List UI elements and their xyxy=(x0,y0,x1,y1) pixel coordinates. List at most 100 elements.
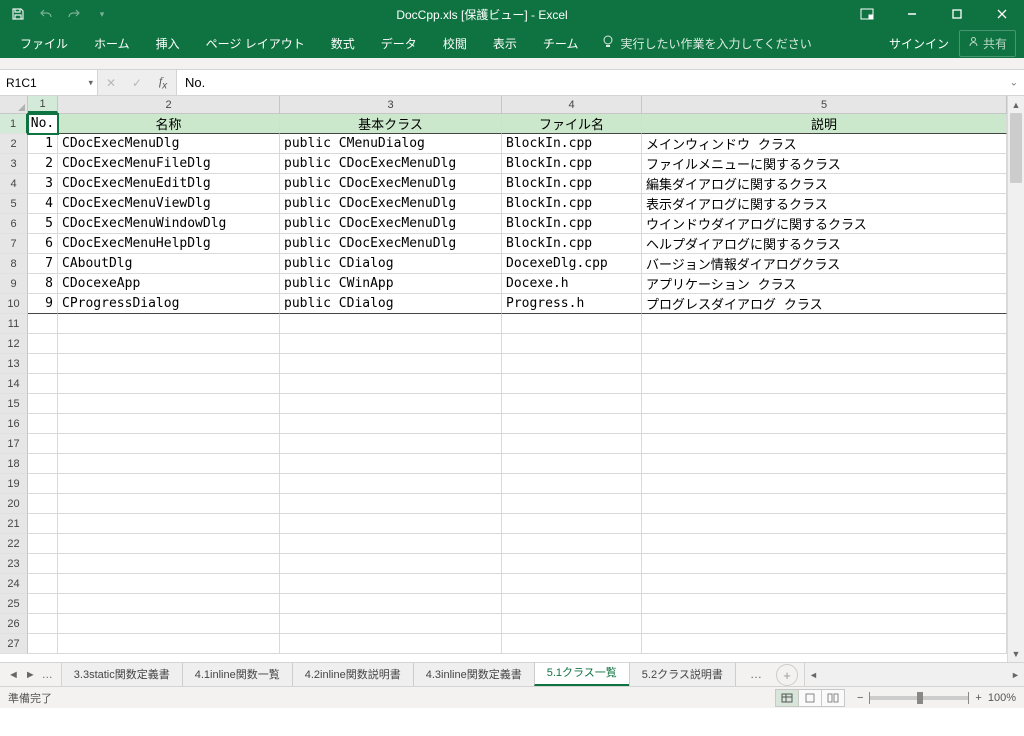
qat-customize-icon[interactable]: ▾ xyxy=(90,2,114,26)
col-header[interactable]: 4 xyxy=(502,96,642,113)
sheet-tab[interactable]: 4.3inline関数定義書 xyxy=(413,663,535,686)
cell[interactable]: CDocexeApp xyxy=(58,274,280,294)
tab-file[interactable]: ファイル xyxy=(8,29,80,58)
cell[interactable] xyxy=(58,634,280,654)
col-header[interactable]: 5 xyxy=(642,96,1007,113)
scroll-right-icon[interactable]: ► xyxy=(1007,663,1024,686)
cell[interactable]: CDocExecMenuWindowDlg xyxy=(58,214,280,234)
row-header[interactable]: 19 xyxy=(0,474,28,494)
scroll-left-icon[interactable]: ◄ xyxy=(805,663,822,686)
cell[interactable] xyxy=(28,614,58,634)
cell[interactable]: No. xyxy=(28,114,58,134)
zoom-level[interactable]: 100% xyxy=(988,692,1016,704)
cell[interactable]: public CMenuDialog xyxy=(280,134,502,154)
page-layout-view-icon[interactable] xyxy=(798,689,822,707)
cell[interactable] xyxy=(502,334,642,354)
cell[interactable]: 名称 xyxy=(58,114,280,134)
cell[interactable]: CDocExecMenuViewDlg xyxy=(58,194,280,214)
cell[interactable] xyxy=(502,454,642,474)
hscroll-track[interactable] xyxy=(822,669,1007,681)
cell[interactable]: CAboutDlg xyxy=(58,254,280,274)
cell[interactable]: 編集ダイアログに関するクラス xyxy=(642,174,1007,194)
col-header[interactable]: 2 xyxy=(58,96,280,113)
cancel-icon[interactable]: ✕ xyxy=(98,76,124,90)
cell[interactable]: 2 xyxy=(28,154,58,174)
sheet-tab[interactable]: 3.3static関数定義書 xyxy=(62,663,183,686)
cell[interactable] xyxy=(502,534,642,554)
cell[interactable]: 7 xyxy=(28,254,58,274)
cell[interactable] xyxy=(502,554,642,574)
cell[interactable] xyxy=(502,614,642,634)
cell[interactable] xyxy=(642,494,1007,514)
page-break-view-icon[interactable] xyxy=(821,689,845,707)
sheet-tab[interactable]: 4.1inline関数一覧 xyxy=(182,663,293,686)
cell[interactable] xyxy=(502,414,642,434)
enter-icon[interactable]: ✓ xyxy=(124,76,150,90)
cell[interactable] xyxy=(280,374,502,394)
cell[interactable] xyxy=(280,394,502,414)
cell[interactable] xyxy=(502,474,642,494)
cell[interactable] xyxy=(28,634,58,654)
row-header[interactable]: 25 xyxy=(0,594,28,614)
cell[interactable] xyxy=(280,614,502,634)
row-header[interactable]: 13 xyxy=(0,354,28,374)
cell[interactable] xyxy=(642,574,1007,594)
cell[interactable] xyxy=(642,594,1007,614)
cell[interactable] xyxy=(280,314,502,334)
cell[interactable]: CProgressDialog xyxy=(58,294,280,314)
cell[interactable] xyxy=(280,634,502,654)
cell[interactable] xyxy=(280,534,502,554)
cell[interactable] xyxy=(280,354,502,374)
cell[interactable] xyxy=(642,634,1007,654)
row-header[interactable]: 12 xyxy=(0,334,28,354)
cell[interactable] xyxy=(280,334,502,354)
sheet-nav-prev-icon[interactable]: ◄ xyxy=(6,669,21,681)
vertical-scrollbar[interactable]: ▲ ▼ xyxy=(1007,96,1024,662)
cell[interactable] xyxy=(642,394,1007,414)
cell[interactable] xyxy=(58,354,280,374)
cell[interactable] xyxy=(642,554,1007,574)
cell[interactable] xyxy=(58,594,280,614)
zoom-slider[interactable] xyxy=(869,696,969,700)
sheet-nav-next-icon[interactable]: ► xyxy=(23,669,38,681)
sheet-tab[interactable]: 4.2inline関数説明書 xyxy=(292,663,414,686)
row-header[interactable]: 26 xyxy=(0,614,28,634)
cell[interactable] xyxy=(642,414,1007,434)
cell[interactable] xyxy=(280,494,502,514)
cell[interactable] xyxy=(642,474,1007,494)
row-header[interactable]: 17 xyxy=(0,434,28,454)
cell[interactable]: CDocExecMenuEditDlg xyxy=(58,174,280,194)
name-box[interactable]: R1C1 ▾ xyxy=(0,70,98,95)
cell[interactable]: バージョン情報ダイアログクラス xyxy=(642,254,1007,274)
cell[interactable] xyxy=(280,414,502,434)
cell[interactable] xyxy=(502,494,642,514)
cell[interactable] xyxy=(502,434,642,454)
cell[interactable] xyxy=(28,334,58,354)
row-header[interactable]: 21 xyxy=(0,514,28,534)
tab-home[interactable]: ホーム xyxy=(82,29,142,58)
row-header[interactable]: 20 xyxy=(0,494,28,514)
cell[interactable]: DocexeDlg.cpp xyxy=(502,254,642,274)
cell[interactable] xyxy=(502,634,642,654)
cell[interactable] xyxy=(642,534,1007,554)
tab-team[interactable]: チーム xyxy=(531,29,591,58)
cell[interactable] xyxy=(28,314,58,334)
cell[interactable] xyxy=(58,414,280,434)
cell[interactable]: Progress.h xyxy=(502,294,642,314)
cell[interactable] xyxy=(28,354,58,374)
formula-input[interactable]: No. ⌄ xyxy=(177,70,1024,95)
cell[interactable] xyxy=(280,434,502,454)
cell[interactable] xyxy=(28,454,58,474)
add-sheet-button[interactable]: + xyxy=(776,664,798,686)
undo-icon[interactable] xyxy=(34,2,58,26)
cell[interactable] xyxy=(642,354,1007,374)
cell[interactable]: 6 xyxy=(28,234,58,254)
tab-view[interactable]: 表示 xyxy=(481,29,529,58)
cell[interactable] xyxy=(28,394,58,414)
cell[interactable]: Docexe.h xyxy=(502,274,642,294)
cell[interactable] xyxy=(58,614,280,634)
cell[interactable]: 5 xyxy=(28,214,58,234)
cell[interactable]: ヘルプダイアログに関するクラス xyxy=(642,234,1007,254)
row-header[interactable]: 9 xyxy=(0,274,28,294)
zoom-thumb[interactable] xyxy=(917,692,923,704)
